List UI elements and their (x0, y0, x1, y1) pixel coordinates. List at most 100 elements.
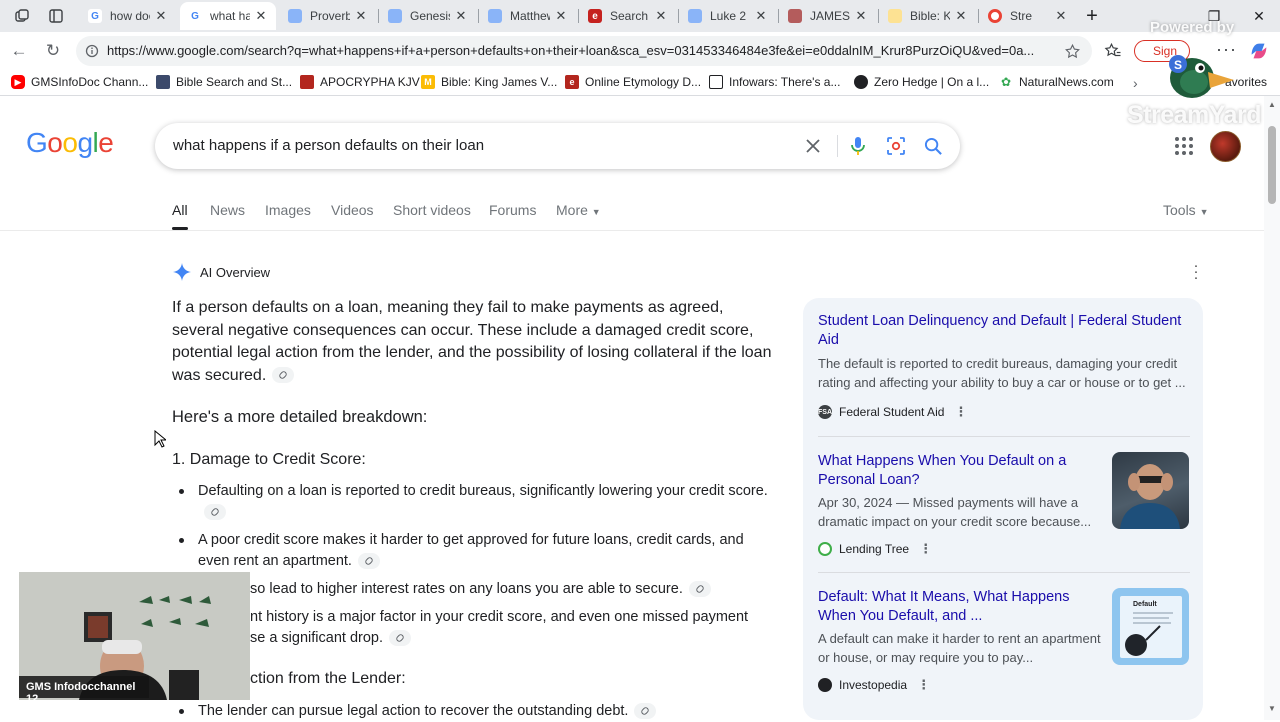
source-title-link[interactable]: Default: What It Means, What Happens Whe… (818, 588, 1103, 626)
google-logo[interactable]: Google (26, 127, 114, 159)
source-link-icon[interactable] (357, 552, 380, 569)
bullet-text: so lead to higher interest rates on any … (250, 581, 683, 597)
workspaces-icon[interactable] (12, 6, 32, 26)
account-avatar[interactable] (1210, 131, 1241, 162)
bookmark-item[interactable]: e Online Etymology D... (565, 75, 701, 89)
source-more-icon[interactable]: ⋮ (917, 677, 930, 693)
bookmark-item[interactable]: Zero Hedge | On a l... (854, 75, 989, 89)
bullet-item: The lender can pursue legal action to re… (198, 701, 778, 722)
source-title-link[interactable]: What Happens When You Default on a Perso… (818, 452, 1103, 490)
source-site[interactable]: FSA Federal Student Aid ⋮ (818, 404, 967, 420)
bookmark-star-icon[interactable] (1064, 43, 1081, 60)
bookmark-item[interactable]: ✿ NaturalNews.com (999, 75, 1114, 89)
close-tab-icon[interactable]: ✕ (654, 9, 668, 23)
ai-overview-more-icon[interactable]: · · · (1188, 258, 1204, 285)
source-link-icon[interactable] (272, 367, 295, 384)
scroll-down-icon[interactable]: ▼ (1268, 704, 1276, 713)
source-more-icon[interactable]: ⋮ (919, 541, 932, 557)
close-tab-icon[interactable]: ✕ (954, 9, 968, 23)
bullet-text: A poor credit score makes it harder to g… (198, 532, 744, 569)
bookmark-item[interactable]: M Bible: King James V... (421, 75, 557, 89)
browser-tab[interactable]: e Search ✕ (580, 2, 676, 30)
browser-tab[interactable]: G how doe ✕ (80, 2, 176, 30)
source-title-link[interactable]: Student Loan Delinquency and Default | F… (818, 312, 1190, 350)
bookmark-item[interactable]: ▶ GMSInfoDoc Chann... (11, 75, 148, 89)
close-tab-icon[interactable]: ✕ (554, 9, 568, 23)
site-info-icon[interactable] (85, 44, 99, 58)
more-bookmarks-chevron-icon[interactable]: › (1133, 75, 1138, 91)
bookmark-label: NaturalNews.com (1019, 75, 1114, 89)
google-apps-icon[interactable] (1172, 134, 1196, 158)
ai-overview-header: AI Overview (172, 262, 270, 282)
close-tab-icon[interactable]: ✕ (854, 9, 868, 23)
mouse-cursor-icon (154, 430, 166, 448)
tab-images[interactable]: Images (265, 202, 311, 218)
tab-more[interactable]: More ▼ (556, 202, 601, 218)
scroll-thumb[interactable] (1268, 126, 1276, 204)
bullet-item: so lead to higher interest rates on any … (250, 579, 830, 600)
source-thumbnail-image[interactable] (1112, 452, 1189, 529)
tools-button[interactable]: Tools ▼ (1163, 202, 1209, 218)
url-text[interactable]: https://www.google.com/search?q=what+hap… (107, 43, 1055, 58)
source-link-icon[interactable] (688, 581, 711, 598)
browser-tab-active[interactable]: G what ha ✕ (180, 2, 276, 30)
source-link-icon[interactable] (204, 503, 226, 520)
webcam-caption: GMS Infodocchannel 12 (19, 676, 149, 705)
clear-search-icon[interactable] (801, 134, 825, 158)
ai-overview-title: AI Overview (200, 264, 271, 280)
search-icon[interactable] (921, 134, 945, 158)
tab-all[interactable]: All (172, 202, 188, 218)
bullet-text: se a significant drop. (250, 630, 383, 646)
bookmark-item[interactable]: APOCRYPHA KJV (300, 75, 420, 89)
source-site[interactable]: Lending Tree ⋮ (818, 541, 932, 557)
copilot-icon[interactable] (1248, 40, 1270, 62)
close-tab-icon[interactable]: ✕ (254, 9, 268, 23)
svg-text:S: S (1174, 58, 1182, 72)
back-arrow-icon[interactable]: ← (7, 39, 31, 63)
address-bar[interactable]: https://www.google.com/search?q=what+hap… (76, 36, 1092, 66)
browser-tab[interactable]: Matthew ✕ (480, 2, 576, 30)
browser-tab[interactable]: Proverb ✕ (280, 2, 376, 30)
browser-tab[interactable]: JAMES ✕ (780, 2, 876, 30)
tab-forums[interactable]: Forums (489, 202, 536, 218)
section-heading-lender: ction from the Lender: (250, 670, 406, 687)
source-more-icon[interactable]: ⋮ (954, 404, 967, 420)
browser-tab[interactable]: Luke 2 ✕ (680, 2, 776, 30)
browser-tab[interactable]: Bible: Ki ✕ (880, 2, 976, 30)
close-tab-icon[interactable]: ✕ (754, 9, 768, 23)
bookmark-label: GMSInfoDoc Chann... (31, 75, 149, 89)
search-input[interactable]: what happens if a person defaults on the… (173, 137, 484, 154)
scroll-up-icon[interactable]: ▲ (1268, 100, 1276, 109)
favorites-icon[interactable] (1104, 42, 1122, 60)
voice-search-icon[interactable] (846, 134, 870, 158)
close-tab-icon[interactable]: ✕ (154, 9, 168, 23)
search-divider (837, 135, 838, 157)
image-search-icon[interactable] (884, 134, 908, 158)
thumbnail-text: Default (1133, 601, 1157, 608)
caret-down-icon: ▼ (1199, 207, 1209, 217)
reload-icon[interactable]: ↻ (41, 39, 65, 63)
page-icon (288, 9, 302, 23)
browser-tab[interactable]: Stre ✕ (980, 2, 1076, 30)
close-tab-icon[interactable]: ✕ (454, 9, 468, 23)
tab-news[interactable]: News (210, 202, 245, 218)
browser-tab[interactable]: Genesis ✕ (380, 2, 476, 30)
tab-actions-icon[interactable] (46, 6, 66, 26)
close-tab-icon[interactable]: ✕ (1054, 9, 1068, 23)
close-window-icon[interactable]: ✕ (1245, 4, 1273, 28)
tab-short-videos[interactable]: Short videos (393, 202, 471, 218)
search-box[interactable]: what happens if a person defaults on the… (155, 123, 960, 169)
bookmark-item[interactable]: Infowars: There's a... (709, 75, 840, 89)
close-tab-icon[interactable]: ✕ (354, 9, 368, 23)
source-link-icon[interactable] (634, 703, 657, 720)
bookmark-item[interactable]: Bible Search and St... (156, 75, 292, 89)
source-link-icon[interactable] (389, 630, 411, 647)
federal-student-aid-icon: FSA (818, 405, 832, 419)
source-thumbnail-image[interactable]: Default (1112, 588, 1189, 665)
powered-by-watermark: Powered by (1150, 19, 1235, 36)
tab-separator (478, 9, 479, 23)
new-tab-icon[interactable]: + (1078, 4, 1106, 28)
page-scrollbar[interactable]: ▲ ▼ (1264, 96, 1280, 720)
source-site[interactable]: Investopedia ⋮ (818, 677, 930, 693)
tab-videos[interactable]: Videos (331, 202, 374, 218)
